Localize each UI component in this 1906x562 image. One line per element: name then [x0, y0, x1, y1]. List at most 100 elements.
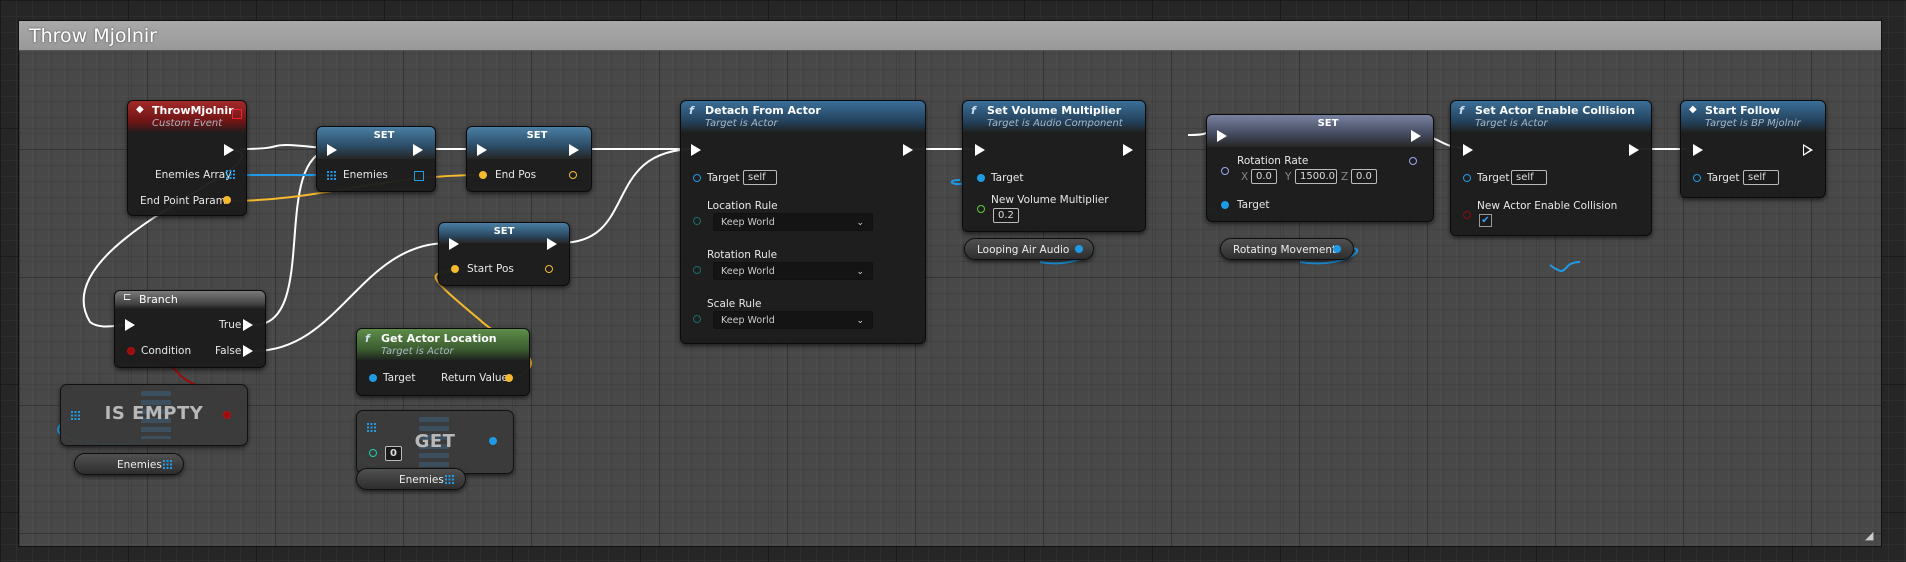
vector-out-pin[interactable]: [545, 265, 553, 273]
event-diamond-icon: ◆: [1689, 104, 1697, 115]
node-subtitle: Target is Actor: [381, 346, 454, 357]
rotation-x-field[interactable]: 0.0: [1251, 169, 1277, 184]
exec-in-pin[interactable]: [125, 319, 135, 331]
bool-in-pin[interactable]: [1463, 211, 1471, 219]
exec-out-pin[interactable]: [1123, 144, 1133, 156]
node-subtitle: Target is Audio Component: [987, 118, 1123, 129]
object-out-pin[interactable]: [1333, 245, 1341, 253]
is-empty-node[interactable]: IS EMPTY: [60, 384, 248, 446]
exec-in-pin[interactable]: [691, 144, 701, 156]
pin-label-enemies-array: Enemies Array: [155, 169, 232, 181]
chevron-down-icon: ⌄: [856, 218, 864, 228]
looping-air-audio-getter[interactable]: Looping Air Audio: [964, 238, 1094, 260]
node-title: Set Actor Enable Collision: [1475, 104, 1635, 117]
exec-in-pin[interactable]: [1693, 144, 1703, 156]
branch-node[interactable]: ⊏ Branch True Condition False: [114, 290, 266, 368]
array-out-pin-icon[interactable]: [163, 460, 172, 469]
array-in-pin-icon[interactable]: [367, 423, 376, 432]
pin-label-target: Target: [383, 372, 416, 384]
object-out-pin[interactable]: [1075, 245, 1083, 253]
int-in-pin[interactable]: [369, 449, 377, 457]
detach-from-actor-node[interactable]: f Detach From Actor Target is Actor Targ…: [680, 100, 926, 344]
start-follow-node[interactable]: ◆ Start Follow Target is BP Mjolnir Targ…: [1680, 100, 1826, 198]
vector-in-pin[interactable]: [479, 171, 487, 179]
pin-label-multiplier: New Volume Multiplier: [991, 194, 1109, 206]
object-wire: [1549, 261, 1581, 272]
float-in-pin[interactable]: [977, 205, 985, 213]
target-default-field[interactable]: self: [1511, 170, 1547, 185]
exec-in-pin[interactable]: [1463, 144, 1473, 156]
object-in-pin[interactable]: [1693, 174, 1701, 182]
exec-out-false-pin[interactable]: [243, 345, 253, 357]
index-field[interactable]: 0: [385, 446, 402, 461]
set-enemies-node[interactable]: SET Enemies: [316, 126, 436, 192]
exec-out-pin[interactable]: [1629, 144, 1639, 156]
enemies-getter-2[interactable]: Enemies: [356, 468, 466, 490]
x-label: X: [1241, 171, 1249, 183]
set-rotation-node[interactable]: SET Rotation Rate X 0.0 Y 1500.0 Z 0.0 T…: [1206, 114, 1434, 222]
exec-out-pin[interactable]: [1803, 144, 1813, 156]
vector-out-pin[interactable]: [505, 374, 513, 382]
object-in-pin[interactable]: [693, 174, 701, 182]
set-volume-multiplier-node[interactable]: f Set Volume Multiplier Target is Audio …: [962, 100, 1146, 232]
array-get-node[interactable]: GET 0: [356, 410, 514, 474]
array-out-pin-icon[interactable]: [445, 475, 454, 484]
multiplier-field[interactable]: 0.2: [993, 208, 1019, 223]
enemies-getter-1[interactable]: Enemies: [74, 453, 184, 475]
exec-out-true-pin[interactable]: [243, 319, 253, 331]
object-in-pin[interactable]: [977, 174, 985, 182]
object-in-pin[interactable]: [1221, 201, 1229, 209]
exec-out-pin[interactable]: [224, 144, 234, 156]
rotation-z-field[interactable]: 0.0: [1351, 169, 1377, 184]
scale-rule-combo[interactable]: Keep World ⌄: [713, 311, 873, 329]
branch-icon: ⊏: [123, 292, 132, 303]
exec-out-pin[interactable]: [1411, 130, 1421, 142]
enum-in-pin[interactable]: [693, 217, 701, 225]
vector-out-pin[interactable]: [569, 171, 577, 179]
location-rule-combo[interactable]: Keep World ⌄: [713, 213, 873, 231]
exec-in-pin[interactable]: [477, 144, 487, 156]
bool-in-pin[interactable]: [127, 347, 135, 355]
set-actor-enable-collision-node[interactable]: f Set Actor Enable Collision Target is A…: [1450, 100, 1652, 236]
array-pin-icon[interactable]: [226, 170, 235, 179]
exec-in-pin[interactable]: [1217, 130, 1227, 142]
getter-label: Looping Air Audio: [977, 244, 1070, 256]
get-actor-location-node[interactable]: f Get Actor Location Target is Actor Tar…: [356, 328, 530, 396]
object-out-pin[interactable]: [489, 437, 497, 445]
array-out-pin[interactable]: [414, 171, 424, 181]
array-pin-icon[interactable]: [327, 171, 336, 180]
throw-mjolnir-event-node[interactable]: ◆ ThrowMjolnir Custom Event Enemies Arra…: [127, 100, 247, 216]
exec-out-pin[interactable]: [413, 144, 423, 156]
rotation-y-field[interactable]: 1500.0: [1295, 169, 1337, 184]
chevron-down-icon: ⌄: [856, 267, 864, 277]
enable-collision-checkbox[interactable]: ✔: [1479, 214, 1492, 227]
exec-in-pin[interactable]: [975, 144, 985, 156]
target-default-field[interactable]: self: [743, 170, 777, 185]
set-start-pos-node[interactable]: SET Start Pos: [438, 222, 570, 286]
event-header: ◆ ThrowMjolnir Custom Event: [128, 101, 246, 133]
rotating-movement-getter[interactable]: Rotating Movement: [1220, 238, 1354, 260]
exec-in-pin[interactable]: [327, 144, 337, 156]
target-default-field[interactable]: self: [1743, 170, 1779, 185]
object-in-pin[interactable]: [1463, 174, 1471, 182]
enum-in-pin[interactable]: [693, 266, 701, 274]
node-title: ThrowMjolnir: [152, 104, 234, 117]
array-in-pin-icon[interactable]: [71, 411, 80, 420]
exec-out-pin[interactable]: [903, 144, 913, 156]
rotator-in-pin[interactable]: [1221, 167, 1229, 175]
vector-in-pin[interactable]: [451, 265, 459, 273]
pin-label-enable-collision: New Actor Enable Collision: [1477, 200, 1618, 212]
pin-label-rotation-rule: Rotation Rule: [707, 249, 778, 261]
rotation-rule-combo[interactable]: Keep World ⌄: [713, 262, 873, 280]
set-end-pos-node[interactable]: SET End Pos: [466, 126, 592, 192]
enum-in-pin[interactable]: [693, 315, 701, 323]
pure-header: f Get Actor Location Target is Actor: [357, 329, 529, 361]
delegate-pin[interactable]: [232, 109, 242, 119]
exec-in-pin[interactable]: [449, 238, 459, 250]
exec-out-pin[interactable]: [547, 238, 557, 250]
object-in-pin[interactable]: [369, 374, 377, 382]
exec-out-pin[interactable]: [569, 144, 579, 156]
bool-out-pin[interactable]: [223, 411, 231, 419]
vector-out-pin[interactable]: [223, 196, 231, 204]
rotator-out-pin[interactable]: [1409, 157, 1417, 165]
